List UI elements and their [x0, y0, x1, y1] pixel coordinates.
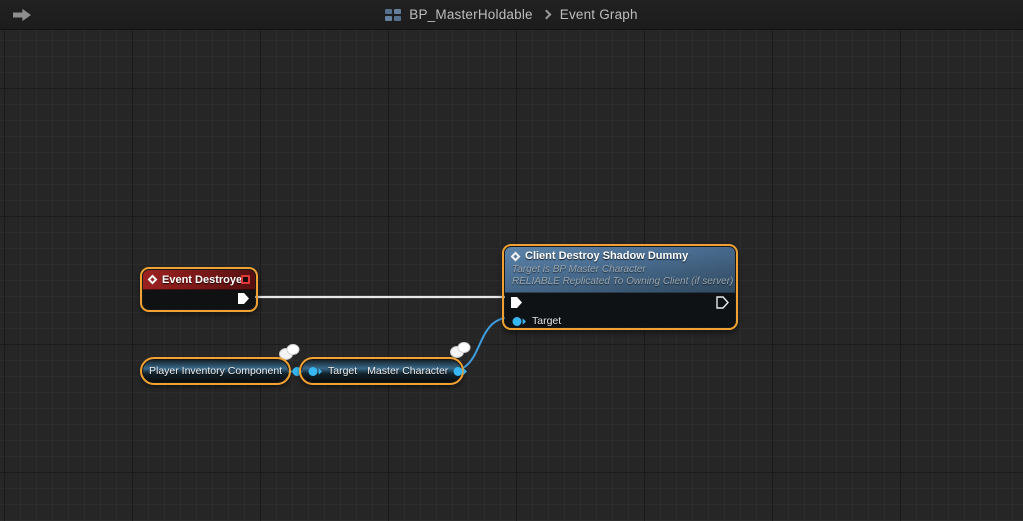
node-subtitle-line1: Target is BP Master Character: [512, 264, 728, 276]
function-node-header: Client Destroy Shadow Dummy Target is BP…: [505, 247, 735, 293]
node-subtitle-line2: RELIABLE Replicated To Owning Client (if…: [512, 276, 728, 288]
exec-output-pin[interactable]: [237, 292, 250, 305]
node-get-master-character[interactable]: Target Master Character: [299, 357, 464, 385]
node-get-player-inventory-component[interactable]: Player Inventory Component: [140, 357, 291, 385]
exec-output-pin[interactable]: [716, 296, 729, 309]
titlebar: BP_MasterHoldable Event Graph: [0, 0, 1023, 30]
event-diamond-icon: [511, 251, 521, 261]
event-node-header: Event Destroyed: [143, 270, 255, 290]
variable-label: Master Character: [367, 365, 448, 377]
event-diamond-icon: [148, 275, 158, 285]
delegate-pin[interactable]: [241, 275, 250, 284]
forward-arrow-icon[interactable]: [13, 8, 31, 22]
target-pin-label: Target: [532, 315, 561, 327]
breadcrumb: BP_MasterHoldable Event Graph: [385, 7, 637, 22]
variable-label: Player Inventory Component: [149, 365, 282, 377]
node-title: Event Destroyed: [162, 274, 249, 286]
output-object-pin[interactable]: [453, 366, 468, 377]
node-title: Client Destroy Shadow Dummy: [525, 250, 688, 262]
target-object-pin[interactable]: [512, 316, 527, 327]
target-input-pin[interactable]: [308, 366, 323, 377]
node-event-destroyed[interactable]: Event Destroyed: [140, 267, 258, 312]
breadcrumb-chevron-icon: [541, 10, 551, 20]
exec-input-pin[interactable]: [510, 296, 523, 309]
blueprint-graph-icon: [385, 9, 401, 21]
breadcrumb-blueprint-name[interactable]: BP_MasterHoldable: [409, 7, 532, 22]
breadcrumb-graph-name[interactable]: Event Graph: [560, 7, 638, 22]
event-graph-canvas[interactable]: Event Destroyed Client Destroy Shadow Du…: [0, 0, 1023, 521]
wire-bubble: [451, 343, 471, 358]
target-input-label: Target: [328, 365, 357, 377]
node-client-destroy-shadow-dummy[interactable]: Client Destroy Shadow Dummy Target is BP…: [502, 244, 738, 330]
